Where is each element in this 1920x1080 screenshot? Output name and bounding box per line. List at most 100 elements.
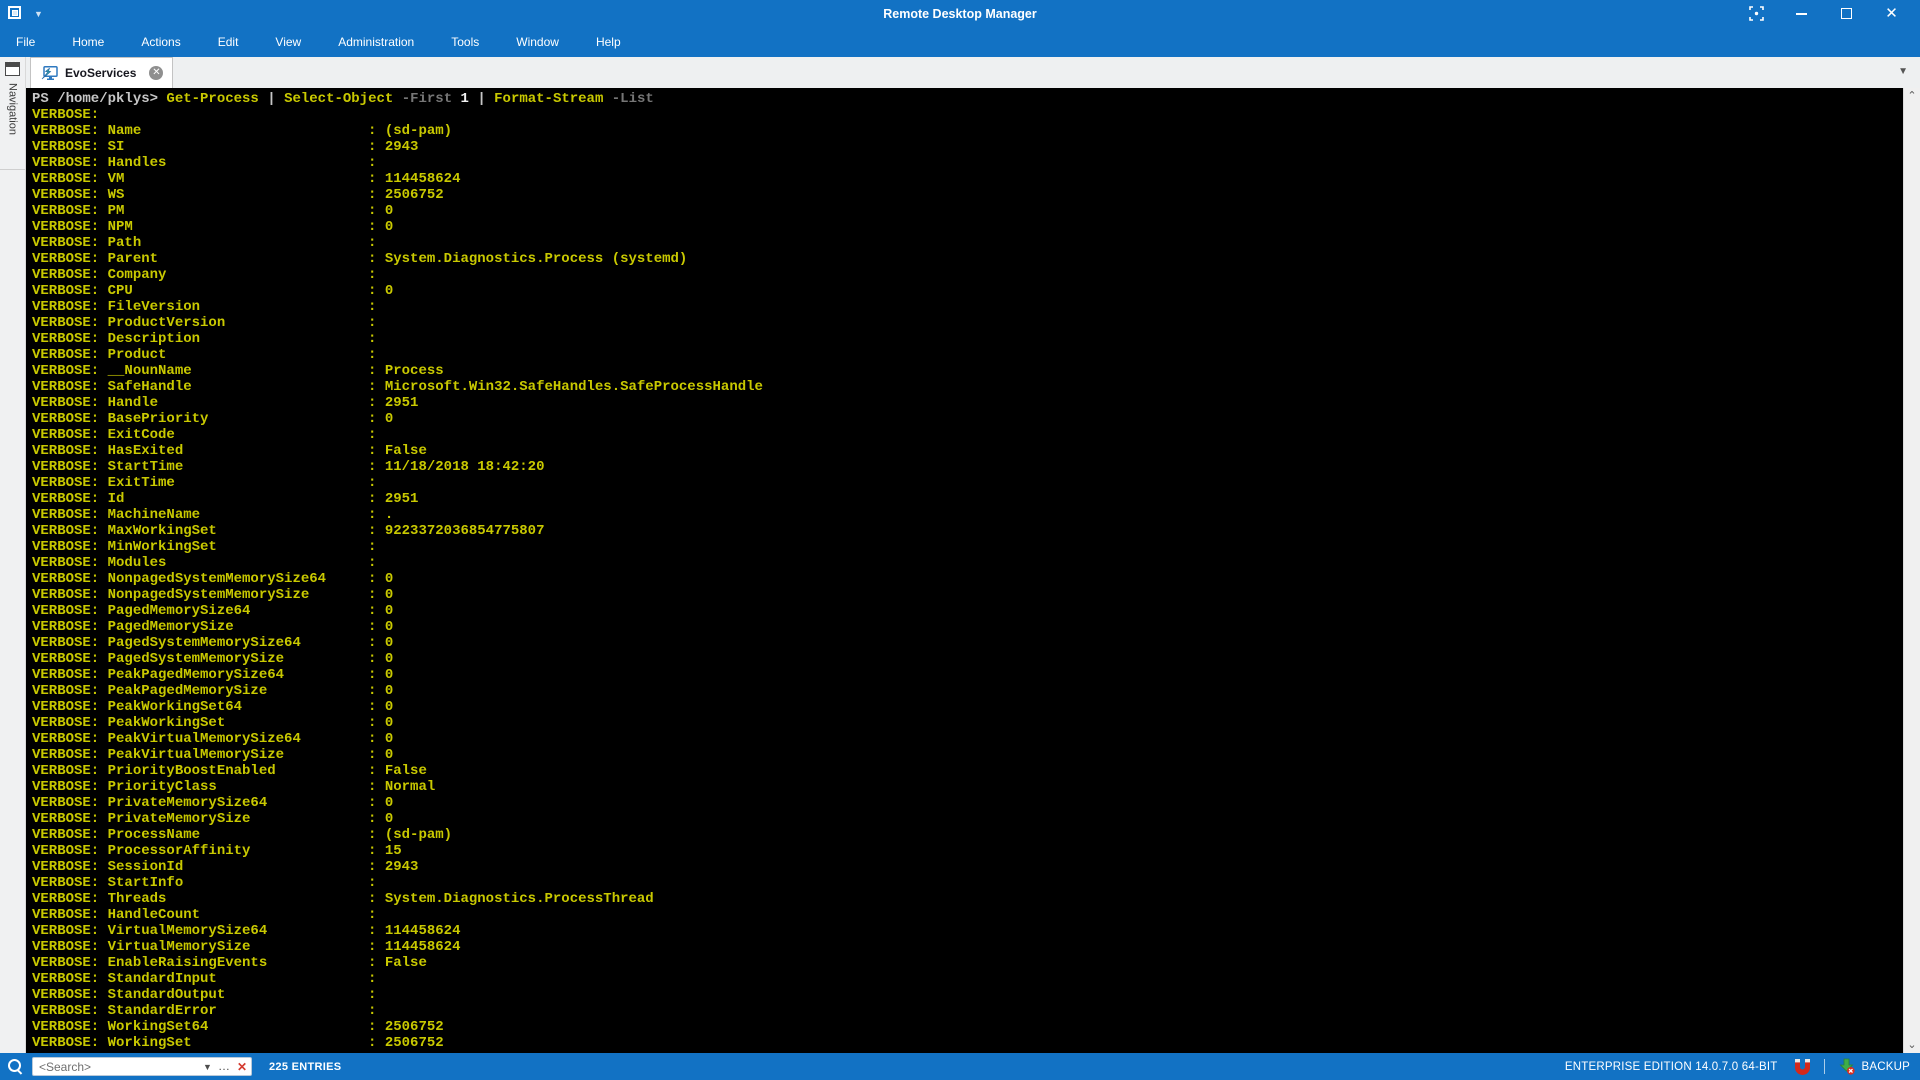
terminal-line: VERBOSE: StandardOutput : xyxy=(32,987,1903,1003)
terminal-output[interactable]: PS /home/pklys> Get-Process | Select-Obj… xyxy=(26,88,1903,1053)
terminal-line: VERBOSE: StartInfo : xyxy=(32,875,1903,891)
menu-item-window[interactable]: Window xyxy=(503,29,572,55)
command-token: 1 xyxy=(461,91,469,107)
terminal-line: VERBOSE: PriorityBoostEnabled : False xyxy=(32,763,1903,779)
command-token xyxy=(452,91,460,107)
terminal-line: VERBOSE: PeakPagedMemorySize : 0 xyxy=(32,683,1903,699)
search-dropdown-caret-icon[interactable]: ▼ xyxy=(203,1062,212,1072)
scroll-up-icon[interactable]: ⌃ xyxy=(1907,91,1916,101)
terminal-line: VERBOSE: ExitCode : xyxy=(32,427,1903,443)
terminal-line: VERBOSE: WS : 2506752 xyxy=(32,187,1903,203)
quick-access-caret-icon[interactable]: ▼ xyxy=(34,9,43,19)
menu-item-help[interactable]: Help xyxy=(583,29,634,55)
terminal-line: VERBOSE: ExitTime : xyxy=(32,475,1903,491)
command-token xyxy=(603,91,611,107)
command-token: Get-Process xyxy=(166,91,258,107)
terminal-line: VERBOSE: PM : 0 xyxy=(32,203,1903,219)
tab-label: EvoServices xyxy=(65,66,136,80)
terminal-line: VERBOSE: PeakWorkingSet64 : 0 xyxy=(32,699,1903,715)
menu-item-view[interactable]: View xyxy=(262,29,314,55)
terminal-line: VERBOSE: StandardError : xyxy=(32,1003,1903,1019)
terminal-line: VERBOSE: PagedSystemMemorySize64 : 0 xyxy=(32,635,1903,651)
terminal-line: VERBOSE: SI : 2943 xyxy=(32,139,1903,155)
terminal-line: VERBOSE: WorkingSet : 2506752 xyxy=(32,1035,1903,1051)
terminal-scrollbar[interactable]: ⌃ ⌄ xyxy=(1903,88,1920,1053)
navigation-panel-icon[interactable] xyxy=(5,62,20,76)
terminal-line: VERBOSE: Handles : xyxy=(32,155,1903,171)
terminal-line: VERBOSE: PrivateMemorySize : 0 xyxy=(32,811,1903,827)
menu-item-administration[interactable]: Administration xyxy=(325,29,427,55)
terminal-line: VERBOSE: NonpagedSystemMemorySize64 : 0 xyxy=(32,571,1903,587)
terminal-line: VERBOSE: VirtualMemorySize : 114458624 xyxy=(32,939,1903,955)
terminal-line: VERBOSE: SafeHandle : Microsoft.Win32.Sa… xyxy=(32,379,1903,395)
terminal-line: VERBOSE: PeakPagedMemorySize64 : 0 xyxy=(32,667,1903,683)
command-token: PS /home/pklys> xyxy=(32,91,166,107)
terminal-line: VERBOSE: PeakVirtualMemorySize : 0 xyxy=(32,747,1903,763)
navigation-strip-label[interactable]: Navigation xyxy=(7,83,19,135)
backup-status[interactable]: BACKUP xyxy=(1838,1058,1911,1075)
magnet-icon[interactable] xyxy=(1793,1058,1811,1075)
menu-item-file[interactable]: File xyxy=(3,29,48,55)
command-token xyxy=(393,91,401,107)
search-icon[interactable] xyxy=(8,1059,23,1074)
terminal-line: VERBOSE: PagedSystemMemorySize : 0 xyxy=(32,651,1903,667)
search-clear-icon[interactable]: ✕ xyxy=(237,1060,247,1074)
terminal-line: VERBOSE: HasExited : False xyxy=(32,443,1903,459)
terminal-line: VERBOSE: PrivateMemorySize64 : 0 xyxy=(32,795,1903,811)
terminal-command-line: PS /home/pklys> Get-Process | Select-Obj… xyxy=(32,91,1903,107)
search-input[interactable] xyxy=(39,1060,197,1074)
backup-label: BACKUP xyxy=(1862,1061,1911,1073)
focus-icon xyxy=(1749,6,1764,21)
terminal-line: VERBOSE: StandardInput : xyxy=(32,971,1903,987)
status-bar: ▼ … ✕ 225 ENTRIES ENTERPRISE EDITION 14.… xyxy=(0,1053,1920,1080)
tab-bar: EvoServices ✕ ▼ xyxy=(26,57,1920,88)
terminal-line: VERBOSE: PeakWorkingSet : 0 xyxy=(32,715,1903,731)
search-options-icon[interactable]: … xyxy=(218,1062,231,1071)
tab-list-caret-icon[interactable]: ▼ xyxy=(1898,66,1908,77)
terminal-line: VERBOSE: VirtualMemorySize64 : 114458624 xyxy=(32,923,1903,939)
terminal-line: VERBOSE: NPM : 0 xyxy=(32,219,1903,235)
command-token: -First xyxy=(402,91,452,107)
maximize-icon xyxy=(1841,8,1852,19)
terminal-line: VERBOSE: Id : 2951 xyxy=(32,491,1903,507)
backup-icon xyxy=(1838,1058,1856,1075)
terminal-line: VERBOSE: NonpagedSystemMemorySize : 0 xyxy=(32,587,1903,603)
terminal-line: VERBOSE: Handle : 2951 xyxy=(32,395,1903,411)
tab-close-icon[interactable]: ✕ xyxy=(149,66,163,80)
maximize-button[interactable] xyxy=(1824,0,1869,27)
command-token: -List xyxy=(612,91,654,107)
close-button[interactable]: ✕ xyxy=(1869,0,1914,27)
terminal-line: VERBOSE: EnableRaisingEvents : False xyxy=(32,955,1903,971)
command-token: Format-Stream xyxy=(494,91,603,107)
edition-label: ENTERPRISE EDITION 14.0.7.0 64-BIT xyxy=(1565,1061,1778,1073)
menu-item-tools[interactable]: Tools xyxy=(438,29,492,55)
menu-item-home[interactable]: Home xyxy=(59,29,117,55)
entries-count: 225 ENTRIES xyxy=(269,1061,341,1073)
focus-mode-button[interactable] xyxy=(1734,0,1779,27)
tab-evoservices[interactable]: EvoServices ✕ xyxy=(30,57,173,88)
terminal-line: VERBOSE: PagedMemorySize : 0 xyxy=(32,619,1903,635)
menu-item-actions[interactable]: Actions xyxy=(128,29,193,55)
terminal-line: VERBOSE: PagedMemorySize64 : 0 xyxy=(32,603,1903,619)
menu-item-edit[interactable]: Edit xyxy=(205,29,252,55)
terminal-line: VERBOSE: xyxy=(32,107,1903,123)
app-icon[interactable] xyxy=(8,6,24,22)
remote-session-icon xyxy=(41,66,58,81)
terminal-line: VERBOSE: CPU : 0 xyxy=(32,283,1903,299)
title-bar: ▼ Remote Desktop Manager ✕ xyxy=(0,0,1920,27)
status-separator xyxy=(1824,1059,1825,1074)
minimize-button[interactable] xyxy=(1779,0,1824,27)
terminal-line: VERBOSE: ProcessName : (sd-pam) xyxy=(32,827,1903,843)
terminal-line: VERBOSE: PeakVirtualMemorySize64 : 0 xyxy=(32,731,1903,747)
scroll-down-icon[interactable]: ⌄ xyxy=(1907,1040,1916,1050)
terminal-line: VERBOSE: Product : xyxy=(32,347,1903,363)
terminal-line: VERBOSE: StartTime : 11/18/2018 18:42:20 xyxy=(32,459,1903,475)
navigation-side-strip: Navigation xyxy=(0,57,26,1053)
terminal-line: VERBOSE: Parent : System.Diagnostics.Pro… xyxy=(32,251,1903,267)
command-token: Select-Object xyxy=(284,91,393,107)
search-box[interactable]: ▼ … ✕ xyxy=(32,1057,252,1076)
close-icon: ✕ xyxy=(1885,6,1898,21)
terminal-line: VERBOSE: Modules : xyxy=(32,555,1903,571)
terminal-line: VERBOSE: PriorityClass : Normal xyxy=(32,779,1903,795)
menu-bar: File Home Actions Edit View Administration Too… xyxy=(0,27,1920,57)
